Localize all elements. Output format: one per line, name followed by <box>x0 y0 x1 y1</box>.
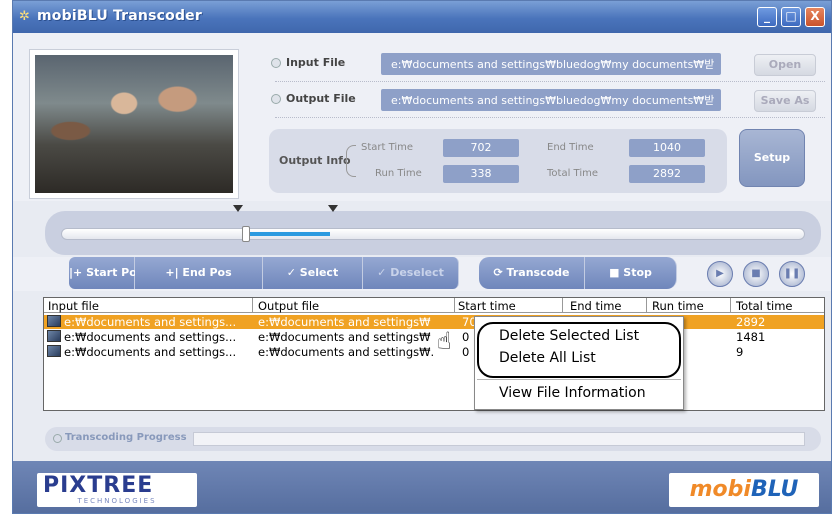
pixtree-logo: PIXTREE TECHNOLOGIES <box>37 473 197 507</box>
output-cell: e:₩documents and settings₩. <box>258 345 435 359</box>
output-info-label: Output Info <box>279 154 351 167</box>
video-frame-image <box>35 55 233 193</box>
open-button[interactable]: Open <box>754 54 816 76</box>
stop-circle-icon[interactable]: ■ <box>743 261 769 287</box>
close-button[interactable]: X <box>805 7 825 27</box>
table-row[interactable]: e:₩documents and settings... e:₩document… <box>44 315 824 329</box>
run-time-value: 338 <box>443 165 519 183</box>
view-file-info-menu-item[interactable]: View File Information <box>499 385 646 401</box>
app-window: ✲ mobiBLU Transcoder _ □ X Input File e:… <box>12 0 832 514</box>
seek-panel <box>45 205 821 255</box>
input-file-path[interactable]: e:₩documents and settings₩bluedog₩my doc… <box>381 53 721 75</box>
footer: PIXTREE TECHNOLOGIES mobiBLU <box>13 461 831 513</box>
controls-toolbar: |+ Start Pos +| End Pos ✓ Select ✓ Desel… <box>13 257 831 291</box>
video-file-icon <box>47 330 61 342</box>
window-title: mobiBLU Transcoder <box>37 8 202 24</box>
separator <box>275 117 825 118</box>
progress-label: Transcoding Progress <box>65 432 187 443</box>
output-file-path[interactable]: e:₩documents and settings₩bluedog₩my doc… <box>381 89 721 111</box>
setup-button[interactable]: Setup <box>739 129 805 187</box>
column-header[interactable]: Output file <box>258 299 319 313</box>
bullet-icon <box>53 434 62 443</box>
maximize-button[interactable]: □ <box>781 7 801 27</box>
output-cell: e:₩documents and settings₩ <box>258 330 431 344</box>
start-cell: 0 <box>462 330 470 344</box>
video-file-icon <box>47 345 61 357</box>
column-divider[interactable] <box>454 298 455 313</box>
hand-cursor-icon: ☝ <box>437 327 452 355</box>
selection-range <box>250 232 330 236</box>
column-divider[interactable] <box>252 298 253 313</box>
input-cell: e:₩documents and settings... <box>64 315 237 329</box>
list-header: Input file Output file Start time End ti… <box>44 298 824 313</box>
delete-selected-menu-item[interactable]: Delete Selected List <box>499 328 639 344</box>
minimize-button[interactable]: _ <box>757 7 777 27</box>
column-divider[interactable] <box>730 298 731 313</box>
total-cell: 2892 <box>736 315 766 329</box>
delete-all-menu-item[interactable]: Delete All List <box>499 350 596 366</box>
context-menu: Delete Selected List Delete All List Vie… <box>474 316 684 410</box>
input-cell: e:₩documents and settings... <box>64 345 237 359</box>
total-cell: 9 <box>736 345 744 359</box>
start-cell: 0 <box>462 345 470 359</box>
deselect-button[interactable]: ✓ Deselect <box>363 257 459 289</box>
column-header[interactable]: End time <box>570 299 622 313</box>
video-file-icon <box>47 315 61 327</box>
total-time-value: 2892 <box>629 165 705 183</box>
column-header[interactable]: Start time <box>458 299 516 313</box>
start-pos-button[interactable]: |+ Start Pos <box>69 257 143 289</box>
column-header[interactable]: Total time <box>736 299 793 313</box>
end-marker-icon <box>328 205 338 212</box>
seek-slider[interactable] <box>61 226 805 242</box>
play-icon[interactable]: ▶ <box>707 261 733 287</box>
video-preview <box>29 49 239 199</box>
seek-thumb[interactable] <box>242 226 250 242</box>
total-time-label: Total Time <box>547 168 599 179</box>
start-time-value: 702 <box>443 139 519 157</box>
column-divider[interactable] <box>646 298 647 313</box>
total-cell: 1481 <box>736 330 766 344</box>
progress-bar <box>193 432 805 446</box>
output-cell: e:₩documents and settings₩ <box>258 315 431 329</box>
column-divider[interactable] <box>562 298 563 313</box>
brace-icon <box>346 145 356 177</box>
stop-button[interactable]: ■ Stop <box>585 257 677 289</box>
input-file-label: Input File <box>286 56 346 69</box>
table-row[interactable]: e:₩documents and settings... e:₩document… <box>44 345 824 359</box>
output-info-box: Output Info Start Time 702 End Time 1040… <box>269 129 727 193</box>
file-list[interactable]: Input file Output file Start time End ti… <box>43 297 825 411</box>
input-cell: e:₩documents and settings... <box>64 330 237 344</box>
pause-icon[interactable]: ❚❚ <box>779 261 805 287</box>
end-pos-button[interactable]: +| End Pos <box>135 257 263 289</box>
app-icon: ✲ <box>19 9 30 24</box>
run-time-label: Run Time <box>375 168 422 179</box>
separator <box>275 81 825 82</box>
start-time-label: Start Time <box>361 142 414 153</box>
mobiblu-logo: mobiBLU <box>669 473 819 507</box>
file-info-panel: Input File e:₩documents and settings₩blu… <box>13 33 831 201</box>
end-time-value: 1040 <box>629 139 705 157</box>
title-bar[interactable]: ✲ mobiBLU Transcoder _ □ X <box>13 1 831 33</box>
save-as-button[interactable]: Save As <box>754 90 816 112</box>
select-button[interactable]: ✓ Select <box>263 257 363 289</box>
transcode-button[interactable]: ⟳ Transcode <box>479 257 585 289</box>
start-marker-icon <box>233 205 243 212</box>
column-header[interactable]: Input file <box>48 299 99 313</box>
end-time-label: End Time <box>547 142 594 153</box>
progress-panel: Transcoding Progress <box>45 427 821 451</box>
column-header[interactable]: Run time <box>652 299 704 313</box>
bullet-icon <box>271 58 281 68</box>
output-file-label: Output File <box>286 92 356 105</box>
bullet-icon <box>271 94 281 104</box>
table-row[interactable]: e:₩documents and settings... e:₩document… <box>44 330 824 344</box>
menu-divider <box>477 379 681 380</box>
